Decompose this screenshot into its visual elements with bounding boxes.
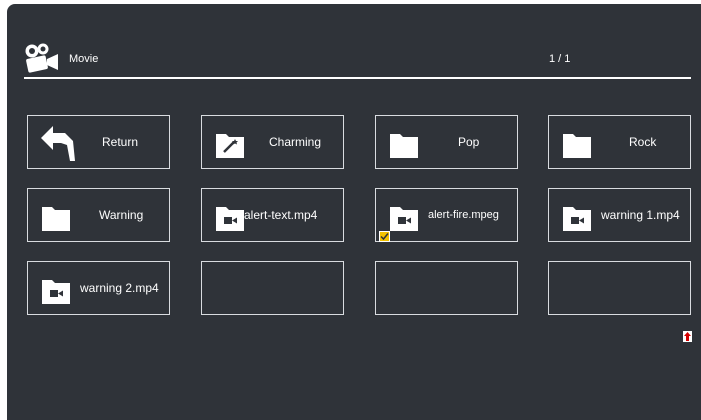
movie-camera-icon <box>25 43 58 73</box>
header-divider <box>24 77 691 79</box>
folder-pop[interactable]: Pop <box>375 115 518 169</box>
file-warning-1[interactable]: warning 1.mp4 <box>548 188 691 242</box>
return-button[interactable]: Return <box>27 115 170 169</box>
folder-charming[interactable]: Charming <box>201 115 344 169</box>
empty-slot <box>201 261 344 315</box>
return-arrow-icon <box>41 126 75 161</box>
tile-label: warning 1.mp4 <box>601 208 680 222</box>
file-alert-fire[interactable]: alert-fire.mpeg <box>375 188 518 242</box>
empty-slot <box>548 261 691 315</box>
tile-label: Return <box>102 135 139 149</box>
scroll-up-arrow-icon[interactable] <box>683 331 692 342</box>
folder-icon <box>42 207 70 231</box>
tile-label: Pop <box>458 135 480 149</box>
video-file-icon <box>216 207 244 231</box>
folder-rock[interactable]: Rock <box>548 115 691 169</box>
checkbox-checked-icon[interactable] <box>379 231 390 242</box>
file-warning-2[interactable]: warning 2.mp4 <box>27 261 170 315</box>
tile-label: warning 2.mp4 <box>80 281 159 295</box>
file-alert-text[interactable]: alert-text.mp4 <box>201 188 344 242</box>
folder-magic-wand-icon <box>216 134 244 158</box>
tile-label: Charming <box>269 135 322 149</box>
tile-label: alert-fire.mpeg <box>428 209 499 221</box>
page-counter: 1 / 1 <box>549 53 571 65</box>
video-file-icon <box>42 280 70 304</box>
folder-warning[interactable]: Warning <box>27 188 170 242</box>
folder-icon <box>390 134 418 158</box>
page-title: Movie <box>69 53 99 65</box>
tile-label: alert-text.mp4 <box>244 208 318 222</box>
folder-icon <box>563 134 591 158</box>
video-file-icon <box>563 207 591 231</box>
tile-label: Rock <box>629 135 657 149</box>
video-file-icon <box>390 207 418 231</box>
empty-slot <box>375 261 518 315</box>
tile-label: Warning <box>99 208 144 222</box>
